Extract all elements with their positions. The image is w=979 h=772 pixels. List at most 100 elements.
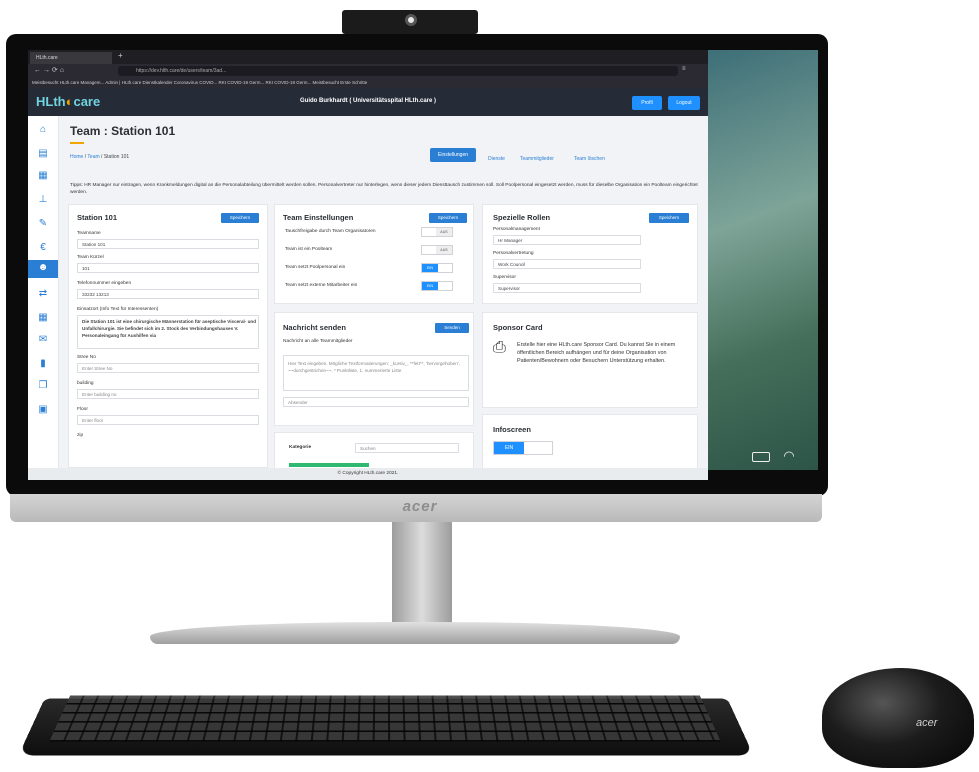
sponsor-text: Erstelle hier eine HLth.care Sponsor Car… xyxy=(517,342,676,364)
euro-icon[interactable]: € xyxy=(33,240,53,256)
setting-label: Team setzt externe Mitarbeiter ein xyxy=(285,283,358,288)
browser-tab[interactable]: HLth.care xyxy=(30,52,112,64)
teamname-input[interactable]: Station 101 xyxy=(77,239,259,249)
kuerzel-input[interactable]: 101 xyxy=(77,263,259,273)
kuerzel-label: Team Kürzel xyxy=(77,255,104,260)
team-settings-card: Team Einstellungen Speichern Tauschfreig… xyxy=(274,204,474,304)
breadcrumb-home[interactable]: Home xyxy=(70,154,83,160)
building-label: building xyxy=(77,381,94,386)
title-underline xyxy=(70,142,84,144)
breadcrumb-current: Station 101 xyxy=(103,154,130,160)
file-icon[interactable]: ▮ xyxy=(33,356,53,372)
tab-einstellungen[interactable]: Einstellungen xyxy=(430,148,477,162)
teamname-label: Teamname xyxy=(77,231,101,236)
setting-label: Tauschfreigabe durch Team Organisatoren xyxy=(285,229,376,234)
infoscreen-toggle[interactable]: EIN xyxy=(493,441,553,455)
vertretung-label: Personalvertretung xyxy=(493,251,534,256)
webcam-lens xyxy=(405,14,417,26)
message-textarea[interactable]: Hier Text eingeben. Mögliche Textformati… xyxy=(283,355,469,391)
browser-window: HLth.care + ← → ⟳ ⌂ https://dev.hlth.car… xyxy=(28,50,708,480)
message-card: Nachricht senden Senden Nachricht an all… xyxy=(274,312,474,426)
floor-label: Floor xyxy=(77,407,88,412)
personal-input[interactable]: Hr Manager xyxy=(493,235,641,245)
copy-icon[interactable]: ❐ xyxy=(33,378,53,394)
telefon-input[interactable]: 33232 13213 xyxy=(77,289,259,299)
tab-einstellungen-label: Einstellungen xyxy=(430,148,477,162)
calendar-icon[interactable]: ▤ xyxy=(33,146,53,162)
building-input[interactable]: Enter building no xyxy=(77,389,259,399)
roles-save-button[interactable]: Speichern xyxy=(649,213,689,223)
mail-icon[interactable]: ✉ xyxy=(33,332,53,348)
setting-toggle[interactable]: AUS xyxy=(421,245,453,255)
swap-icon[interactable]: ⇄ xyxy=(33,286,53,302)
app-logo[interactable]: HLth◐care xyxy=(36,94,100,109)
grid-icon[interactable]: ▦ xyxy=(33,168,53,184)
category-search[interactable]: Suchen xyxy=(355,443,459,453)
street-input[interactable]: Enter Stree No xyxy=(77,363,259,373)
logout-button[interactable]: Logout xyxy=(668,96,700,110)
desktop-wallpaper-right xyxy=(708,50,818,470)
setting-toggle[interactable]: EIN xyxy=(421,281,453,291)
toggle-state: AUS xyxy=(436,228,452,236)
schedule-icon[interactable]: ▣ xyxy=(33,402,53,418)
browser-toolbar: ← → ⟳ ⌂ https://dev.hlth.care/de/users/t… xyxy=(28,64,708,78)
einsatzort-label: Einsatzort (Info Text für Interessenten) xyxy=(77,307,159,312)
tab-dienste[interactable]: Dienste xyxy=(488,156,505,162)
message-title: Nachricht senden xyxy=(283,323,346,332)
einsatzort-textarea[interactable]: Die Station 101 ist eine chirurgische Mä… xyxy=(77,315,259,349)
logo-suffix: care xyxy=(73,94,101,109)
battery-icon[interactable] xyxy=(752,452,770,462)
home-icon[interactable]: ⌂ xyxy=(33,122,53,138)
tab-title: HLth.care xyxy=(36,55,58,61)
send-button[interactable]: Senden xyxy=(435,323,469,333)
wifi-icon[interactable]: ◜◝ xyxy=(784,448,794,464)
menu-icon[interactable]: ≡ xyxy=(682,66,686,72)
station-save-button[interactable]: Speichern xyxy=(221,213,259,223)
footer: © Copyright HLth.care 2021. xyxy=(28,468,708,480)
monitor-stand-base xyxy=(150,622,680,644)
roles-card: Spezielle Rollen Speichern Personalmanag… xyxy=(482,204,698,304)
org-chart-icon[interactable]: ⊥ xyxy=(33,192,53,208)
infoscreen-state: EIN xyxy=(494,442,524,454)
toggle-state: AUS xyxy=(436,246,452,254)
absender-input[interactable]: Absender xyxy=(283,397,469,407)
team-icon[interactable]: ☻ xyxy=(28,260,58,278)
floor-input[interactable]: Enter floor xyxy=(77,415,259,425)
sidebar: ⌂ ▤ ▦ ⊥ ✎ € ☻ ⇄ ▦ ✉ ▮ ❐ ▣ xyxy=(28,116,59,480)
roles-title: Spezielle Rollen xyxy=(493,213,551,222)
setting-toggle[interactable]: EIN xyxy=(421,263,453,273)
street-label: Stree No xyxy=(77,355,96,360)
logo-prefix: HLth xyxy=(36,94,66,109)
pdf-icon[interactable]: ⎙ xyxy=(493,339,506,357)
profil-button[interactable]: Profil xyxy=(632,96,662,110)
team-settings-title: Team Einstellungen xyxy=(283,213,354,222)
personal-label: Personalmanagement xyxy=(493,227,540,232)
address-bar[interactable]: https://dev.hlth.care/de/users/team/3ad.… xyxy=(118,66,678,76)
bookmarks-bar: Meistbesucht HLth.care Managem... Admin … xyxy=(28,78,708,88)
document-icon[interactable]: ✎ xyxy=(33,216,53,232)
page-title: Team : Station 101 xyxy=(70,124,176,138)
breadcrumb-team[interactable]: Team xyxy=(87,154,99,160)
infoscreen-title: Infoscreen xyxy=(493,425,531,434)
bookmarks-text[interactable]: Meistbesucht HLth.care Managem... Admin … xyxy=(32,80,367,85)
new-tab-icon[interactable]: + xyxy=(118,51,123,60)
tab-team-loeschen[interactable]: Team löschen xyxy=(574,156,605,162)
message-subtitle: Nachricht an alle Teammitglieder xyxy=(283,339,353,344)
url-text: https://dev.hlth.care/de/users/team/3ad.… xyxy=(136,68,227,74)
nav-buttons[interactable]: ← → ⟳ ⌂ xyxy=(34,66,64,74)
app-header: HLth◐care Guido Burkhardt ( Universitäts… xyxy=(28,88,708,116)
tab-teammitglieder[interactable]: Teammitglieder xyxy=(520,156,554,162)
zip-label: zip xyxy=(77,433,84,438)
breadcrumb: Home / Team / Station 101 xyxy=(70,154,130,160)
setting-toggle[interactable]: AUS xyxy=(421,227,453,237)
category-label: Kategorie xyxy=(289,445,312,450)
calendar-small-icon[interactable]: ▦ xyxy=(33,310,53,326)
mouse-logo: acer xyxy=(916,717,938,729)
tipp-text: Tipps: HR Manager nur eintragen, wenn Kr… xyxy=(70,183,698,195)
mouse xyxy=(822,668,974,768)
vertretung-input[interactable]: Work Council xyxy=(493,259,641,269)
team-settings-save-button[interactable]: Speichern xyxy=(429,213,467,223)
station-title: Station 101 xyxy=(77,213,118,222)
supervisor-input[interactable]: Supervisor xyxy=(493,283,641,293)
setting-label: Team ist ein Poolteam xyxy=(285,247,333,252)
